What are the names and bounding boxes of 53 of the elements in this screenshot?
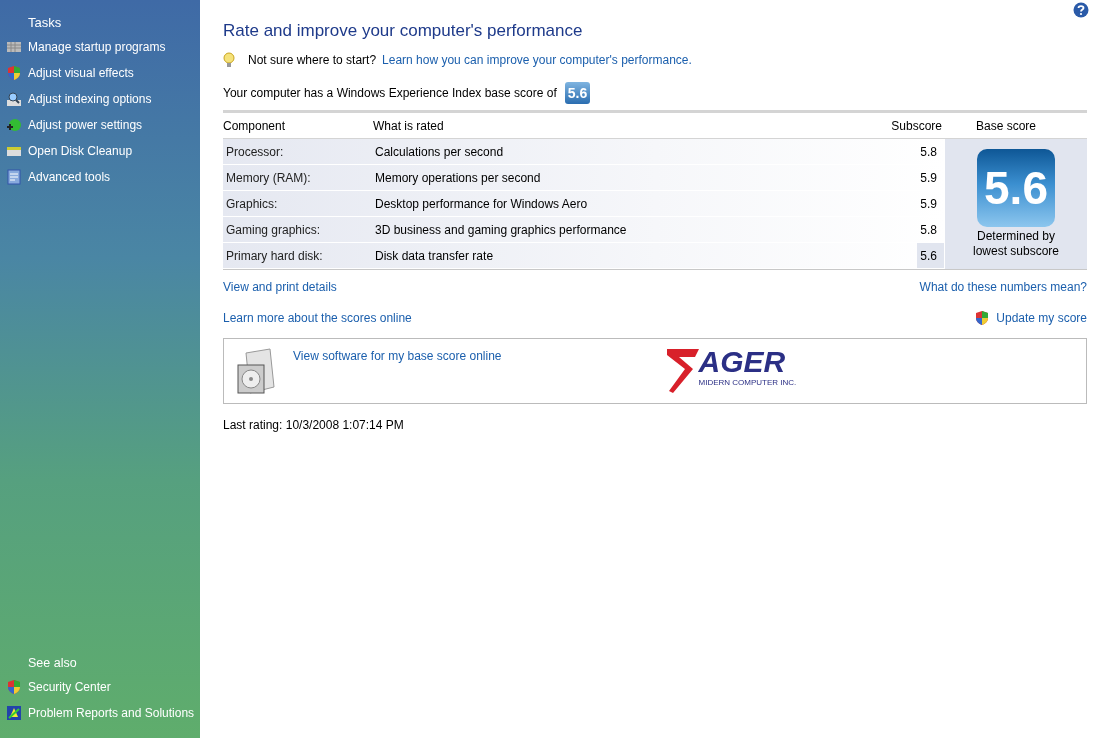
table-cell-text: 3D business and gaming graphics performance [374,221,628,239]
tip-text: Not sure where to start? [248,52,377,69]
scores-online-link[interactable]: Learn more about the scores online [223,309,412,327]
tasks-heading: Tasks [27,14,63,32]
sidebar-link[interactable]: Advanced tools [28,167,111,186]
sidebar-link[interactable]: Manage startup programs [28,37,166,56]
help-icon[interactable] [1073,2,1089,18]
logo-wordmark: AGER [698,347,787,377]
sidebar-link[interactable]: Security Center [28,678,111,696]
software-link[interactable]: View software for my base score online [293,347,502,365]
base-score-text: Your computer has a Windows Experience Index base score of [223,85,557,102]
table-cell-text: 5.8 [919,221,938,239]
table-cell-text: Disk data transfer rate [374,247,495,265]
shield-icon [6,679,22,695]
update-score-link[interactable]: Update my score [996,309,1087,327]
sidebar-link[interactable]: Adjust visual effects [28,63,134,82]
details-link[interactable]: View and print details [223,278,337,296]
table-cell-text: 5.9 [919,169,938,187]
table-cell-text: 5.8 [919,143,938,161]
logo-tagline: MIDERN COMPUTER INC. [698,377,797,389]
score-badge: 5.6 [564,82,591,104]
sidebar-link[interactable]: Adjust indexing options [28,89,152,108]
page-title: Rate and improve your computer's performance [223,20,583,42]
base-score-note: Determined by lowest subscore [971,229,1060,259]
table-cell-text: Memory (RAM): [225,169,312,187]
table-cell-text: Memory operations per second [374,169,542,187]
base-score-tile: 5.6 [977,149,1055,227]
sidebar-link[interactable]: Problem Reports and Solutions [28,704,195,722]
table-cell: 5.6 [917,243,944,268]
table-cell-text: Primary hard disk: [225,247,324,265]
tools-window-icon [6,168,22,185]
column-header: Base score [975,117,1038,135]
last-rating-text: Last rating: 10/3/2008 1:07:14 PM [223,417,405,434]
table-cell-text: 5.9 [919,195,938,213]
stripe-s-icon [664,347,699,395]
column-header: Component [223,117,287,135]
sidebar-link[interactable]: Adjust power settings [28,115,143,134]
table-cell-text: Gaming graphics: [225,221,322,239]
shield-icon [6,64,22,81]
numbers-link[interactable]: What do these numbers mean? [919,278,1087,296]
table-cell-text: Calculations per second [374,143,505,161]
column-header: Subscore [890,117,943,135]
table-cell-text: Graphics: [225,195,279,213]
sidebar-link[interactable]: Open Disk Cleanup [28,141,133,160]
magnifier-icon [6,90,22,107]
report-icon [6,705,22,721]
table-cell-text: Desktop performance for Windows Aero [374,195,589,213]
lightbulb-icon [223,52,235,68]
learn-link[interactable]: Learn how you can improve your computer's performance. [382,51,692,69]
shield-icon [974,310,991,326]
column-header: What is rated [373,117,445,135]
table-cell-text: Processor: [225,143,285,161]
see-also-heading: See also [27,655,78,673]
